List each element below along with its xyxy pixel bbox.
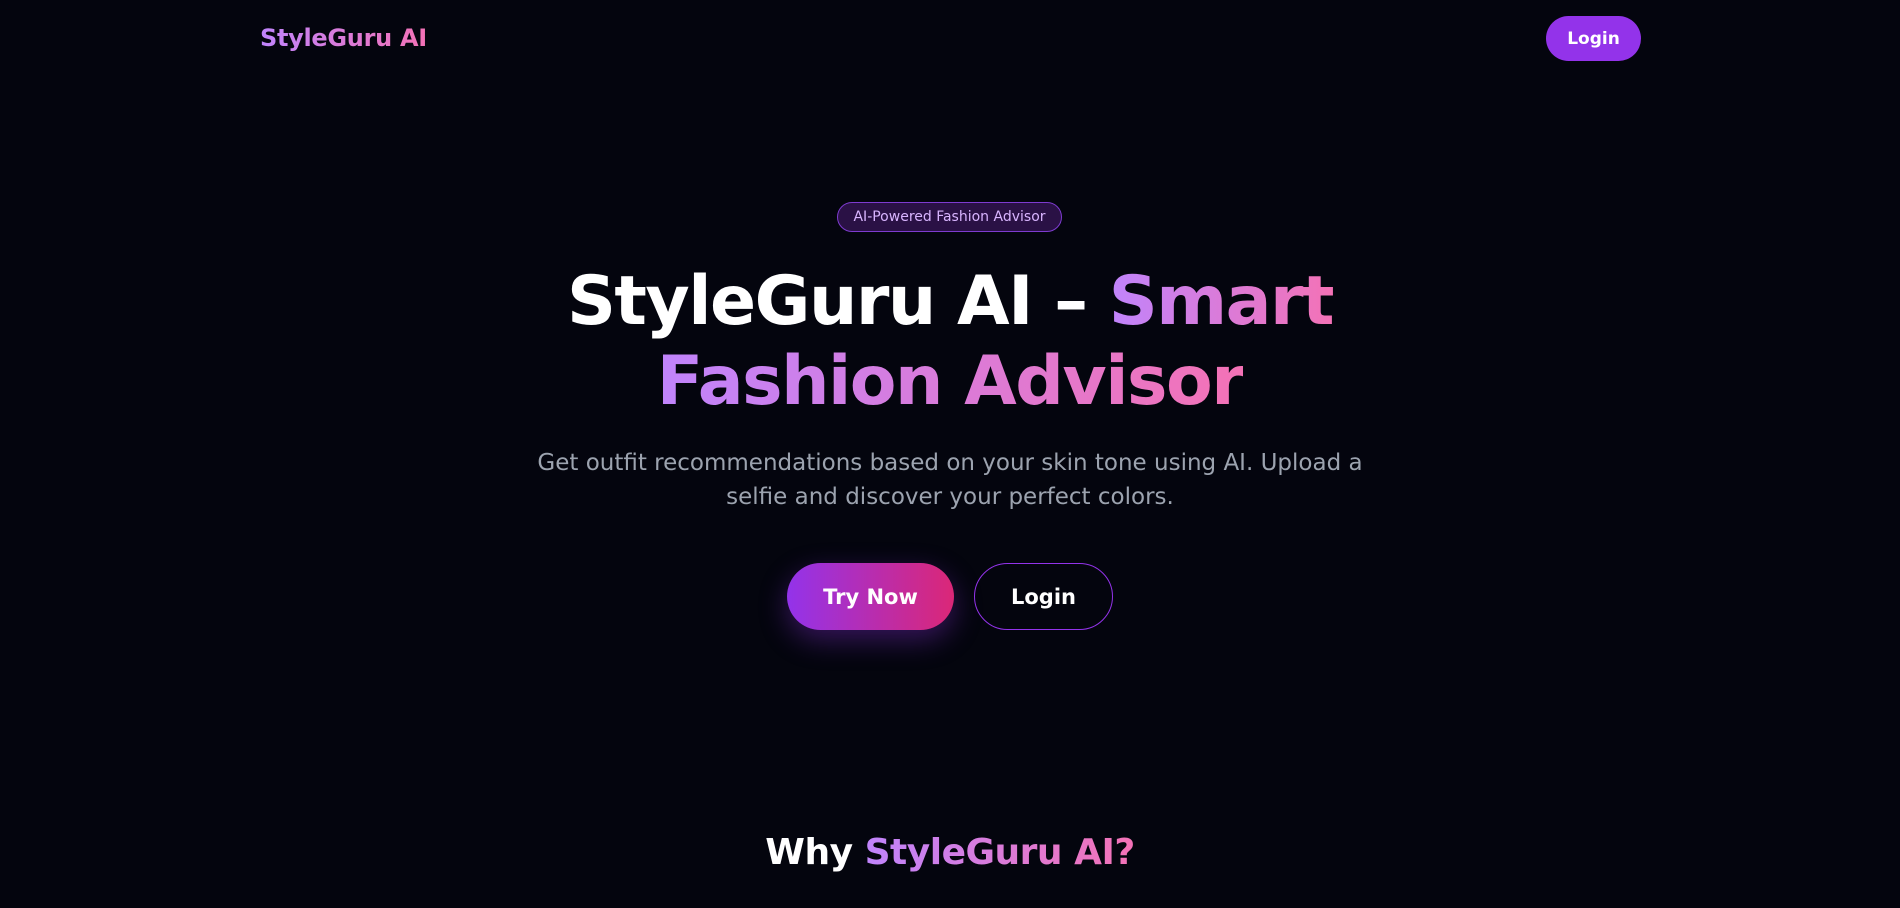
hero-subtitle: Get outfit recommendations based on your…: [537, 450, 1363, 510]
headline-accent-text: Smart: [1108, 262, 1335, 341]
hero-badge: AI-Powered Fashion Advisor: [837, 202, 1062, 232]
landing-page: StyleGuru AI Login AI-Powered Fashion Ad…: [0, 0, 1900, 908]
nav-login-button[interactable]: Login: [1546, 16, 1641, 61]
why-section-heading: Why StyleGuru AI?: [0, 830, 1900, 876]
try-now-button[interactable]: Try Now: [787, 563, 954, 630]
hero-login-button[interactable]: Login: [974, 563, 1113, 630]
brand-logo[interactable]: StyleGuru AI: [260, 24, 427, 52]
hero-headline: StyleGuru AI – Smart Fashion Advisor: [450, 262, 1450, 422]
headline-accent-text-line2: Fashion Advisor: [656, 342, 1245, 421]
why-heading-accent: StyleGuru AI?: [864, 832, 1136, 873]
cta-row: Try Now Login: [0, 563, 1900, 631]
navbar: StyleGuru AI Login: [0, 0, 1900, 78]
headline-plain-text: StyleGuru AI –: [566, 262, 1109, 341]
why-heading-prefix: Why: [765, 832, 865, 873]
